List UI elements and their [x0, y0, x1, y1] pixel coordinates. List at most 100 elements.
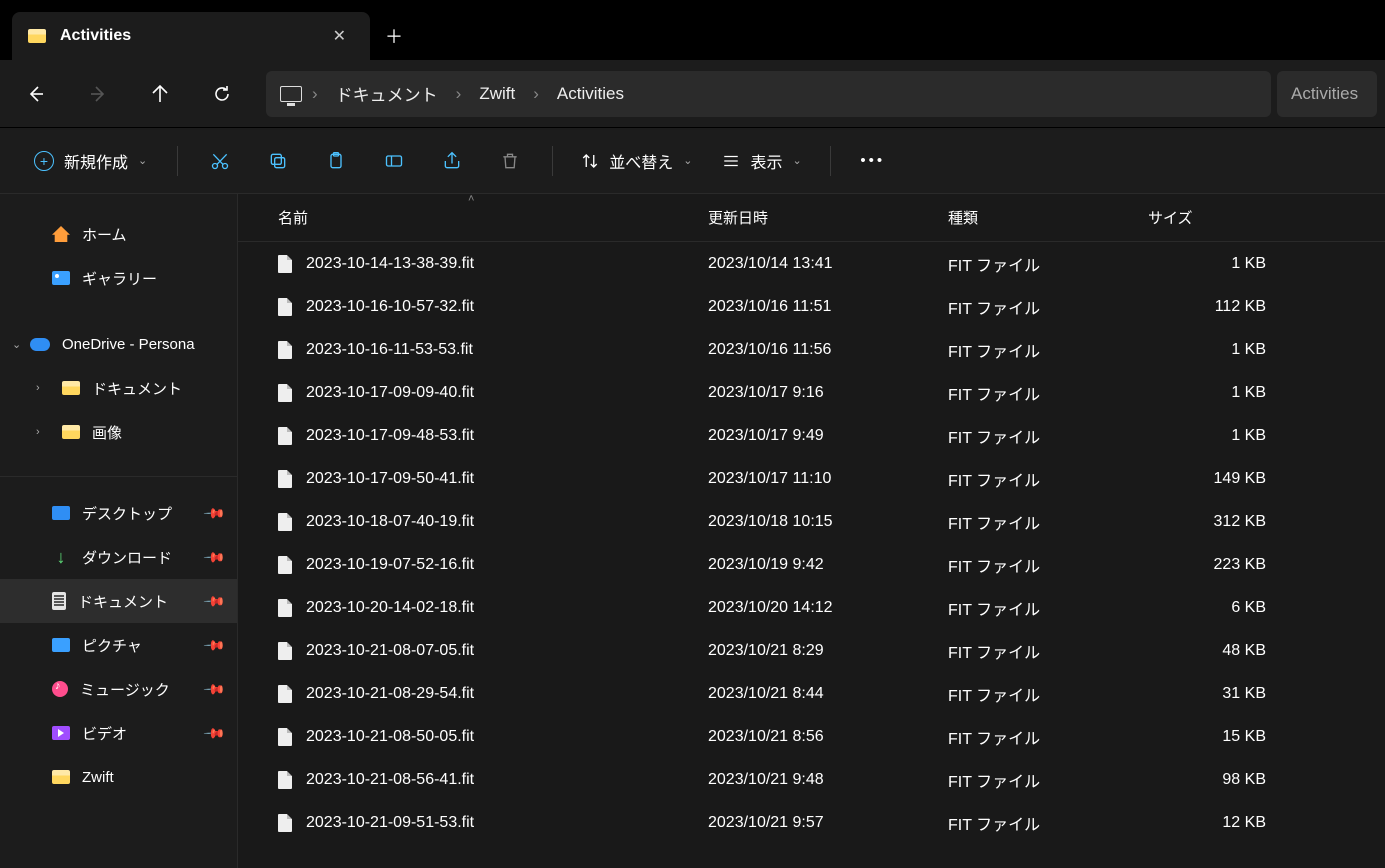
chevron-right-icon[interactable]: › [36, 426, 40, 438]
sidebar-item-label: デスクトップ [82, 503, 172, 524]
sidebar-item-video[interactable]: ビデオ 📌 [0, 711, 237, 755]
chevron-right-icon[interactable]: › [36, 382, 40, 394]
file-name: 2023-10-14-13-38-39.fit [306, 255, 474, 273]
file-row[interactable]: 2023-10-19-07-52-16.fit2023/10/19 9:42FI… [238, 543, 1385, 586]
file-type: FIT ファイル [948, 338, 1148, 362]
sidebar-item-label: ダウンロード [82, 547, 172, 568]
chevron-down-icon: ⌄ [138, 154, 147, 167]
sidebar-item-onedrive-documents[interactable]: › ドキュメント [0, 366, 237, 410]
document-icon [52, 592, 66, 610]
refresh-button[interactable] [194, 73, 250, 115]
file-row[interactable]: 2023-10-20-14-02-18.fit2023/10/20 14:12F… [238, 586, 1385, 629]
forward-button[interactable] [70, 73, 126, 115]
file-icon [278, 470, 292, 488]
pin-icon: 📌 [202, 545, 226, 569]
file-date: 2023/10/16 11:51 [708, 298, 948, 316]
file-size: 1 KB [1148, 384, 1278, 402]
rename-button[interactable] [368, 141, 420, 181]
sidebar-item-gallery[interactable]: ギャラリー [0, 256, 237, 300]
file-type: FIT ファイル [948, 596, 1148, 620]
sort-label: 並べ替え [609, 149, 673, 173]
sidebar-item-label: ドキュメント [78, 591, 168, 612]
cloud-icon [30, 338, 50, 351]
column-header-size[interactable]: サイズ [1148, 207, 1278, 228]
sidebar-item-label: ビデオ [82, 723, 127, 744]
view-button[interactable]: 表示 ⌄ [710, 141, 813, 181]
file-size: 223 KB [1148, 556, 1278, 574]
file-size: 6 KB [1148, 599, 1278, 617]
pin-icon: 📌 [202, 501, 226, 525]
column-headers: ˄ 名前 更新日時 種類 サイズ [238, 194, 1385, 242]
sort-icon [581, 152, 599, 170]
file-name: 2023-10-21-08-56-41.fit [306, 771, 474, 789]
file-type: FIT ファイル [948, 467, 1148, 491]
sidebar-item-zwift[interactable]: Zwift [0, 755, 237, 799]
new-button[interactable]: + 新規作成 ⌄ [20, 141, 161, 181]
new-tab-button[interactable]: ＋ [370, 12, 418, 60]
file-row[interactable]: 2023-10-16-10-57-32.fit 2023/10/16 11:51F… [238, 285, 1385, 328]
file-name: 2023-10-19-07-52-16.fit [306, 556, 474, 574]
breadcrumb-item[interactable]: Activities [549, 80, 632, 108]
file-row[interactable]: 2023-10-21-08-56-41.fit2023/10/21 9:48FI… [238, 758, 1385, 801]
sidebar-item-downloads[interactable]: ↓ ダウンロード 📌 [0, 535, 237, 579]
file-type: FIT ファイル [948, 725, 1148, 749]
column-header-name[interactable]: ˄ 名前 [278, 207, 708, 228]
sidebar-item-desktop[interactable]: デスクトップ 📌 [0, 491, 237, 535]
cut-button[interactable] [194, 141, 246, 181]
file-name: 2023-10-16-10-57-32.fit [306, 298, 474, 316]
file-row[interactable]: 2023-10-21-08-50-05.fit2023/10/21 8:56FI… [238, 715, 1385, 758]
more-button[interactable]: ••• [847, 141, 899, 181]
window-tab[interactable]: Activities ✕ [12, 12, 370, 60]
paste-button[interactable] [310, 141, 362, 181]
breadcrumb-item[interactable]: ドキュメント [328, 77, 446, 110]
sidebar-item-onedrive[interactable]: ⌄ OneDrive - Persona [0, 322, 237, 366]
file-type: FIT ファイル [948, 510, 1148, 534]
file-row[interactable]: 2023-10-21-09-51-53.fit2023/10/21 9:57FI… [238, 801, 1385, 844]
up-button[interactable] [132, 73, 188, 115]
music-icon [52, 681, 68, 697]
sidebar-item-home[interactable]: ホーム [0, 212, 237, 256]
pin-icon: 📌 [202, 721, 226, 745]
arrow-up-icon [150, 84, 170, 104]
file-size: 12 KB [1148, 814, 1278, 832]
share-icon [442, 151, 462, 171]
nav-row: › ドキュメント › Zwift › Activities Activities [0, 60, 1385, 128]
file-row[interactable]: 2023-10-21-08-07-05.fit2023/10/21 8:29FI… [238, 629, 1385, 672]
chevron-right-icon: › [308, 84, 322, 104]
column-header-type[interactable]: 種類 [948, 207, 1148, 228]
file-date: 2023/10/17 9:16 [708, 384, 948, 402]
file-row[interactable]: 2023-10-16-11-53-53.fit2023/10/16 11:56F… [238, 328, 1385, 371]
file-row[interactable]: 2023-10-18-07-40-19.fit2023/10/18 10:15F… [238, 500, 1385, 543]
file-type: FIT ファイル [948, 295, 1148, 319]
share-button[interactable] [426, 141, 478, 181]
sidebar-item-pictures[interactable]: ピクチャ 📌 [0, 623, 237, 667]
chevron-right-icon: › [529, 84, 543, 104]
file-name: 2023-10-20-14-02-18.fit [306, 599, 474, 617]
file-date: 2023/10/21 9:48 [708, 771, 948, 789]
plus-circle-icon: + [34, 151, 54, 171]
close-icon[interactable]: ✕ [325, 22, 354, 50]
sidebar-item-onedrive-pictures[interactable]: › 画像 [0, 410, 237, 454]
back-button[interactable] [8, 73, 64, 115]
sidebar-item-music[interactable]: ミュージック 📌 [0, 667, 237, 711]
chevron-right-icon: › [452, 84, 466, 104]
delete-button[interactable] [484, 141, 536, 181]
file-row[interactable]: 2023-10-21-08-29-54.fit2023/10/21 8:44FI… [238, 672, 1385, 715]
file-size: 312 KB [1148, 513, 1278, 531]
sidebar-item-documents[interactable]: ドキュメント 📌 [0, 579, 237, 623]
column-header-date[interactable]: 更新日時 [708, 207, 948, 228]
file-row[interactable]: 2023-10-17-09-09-40.fit2023/10/17 9:16FI… [238, 371, 1385, 414]
sort-button[interactable]: 並べ替え ⌄ [569, 141, 704, 181]
download-icon: ↓ [52, 547, 70, 568]
search-placeholder: Activities [1291, 84, 1358, 104]
breadcrumb[interactable]: › ドキュメント › Zwift › Activities [266, 71, 1271, 117]
breadcrumb-item[interactable]: Zwift [471, 80, 523, 108]
file-size: 48 KB [1148, 642, 1278, 660]
search-input[interactable]: Activities [1277, 71, 1377, 117]
copy-button[interactable] [252, 141, 304, 181]
file-row[interactable]: 2023-10-14-13-38-39.fit2023/10/14 13:41F… [238, 242, 1385, 285]
file-row[interactable]: 2023-10-17-09-48-53.fit2023/10/17 9:49FI… [238, 414, 1385, 457]
file-row[interactable]: 2023-10-17-09-50-41.fit2023/10/17 11:10F… [238, 457, 1385, 500]
file-size: 31 KB [1148, 685, 1278, 703]
chevron-down-icon[interactable]: ⌄ [12, 338, 21, 351]
